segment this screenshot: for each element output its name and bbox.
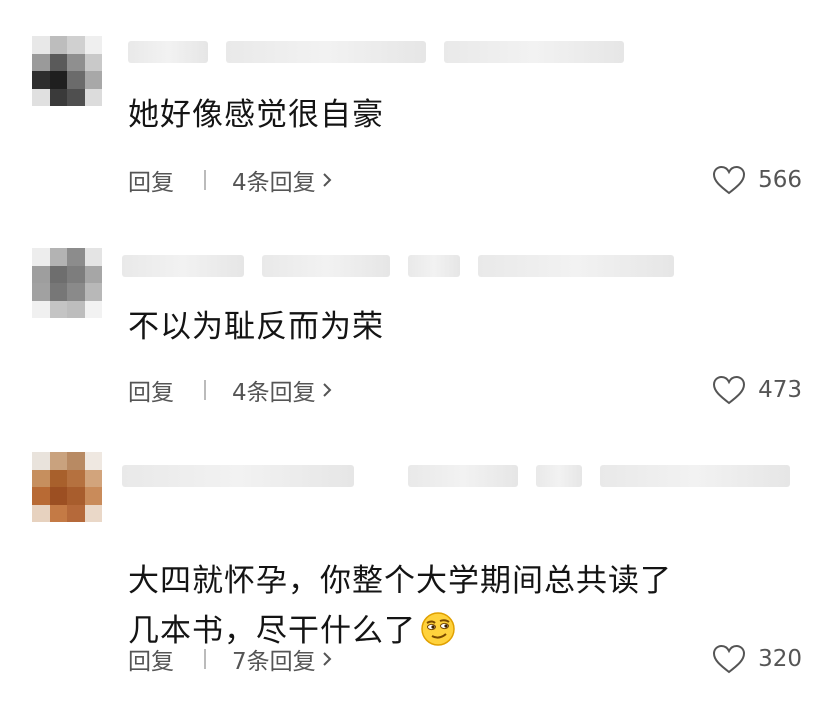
like-count: 320: [758, 646, 802, 672]
comment-text-content: 大四就怀孕，你整个大学期间总共读了 几本书，尽干什么了: [128, 563, 672, 649]
divider: [204, 380, 206, 400]
username-blurred[interactable]: [128, 38, 624, 66]
username-blurred[interactable]: [122, 252, 674, 280]
avatar[interactable]: [32, 36, 102, 106]
chevron-right-icon: [322, 173, 332, 187]
replies-count-label: 7条回复: [232, 649, 316, 675]
comment-text: 她好像感觉很自豪: [128, 97, 384, 133]
comment-actions: 回复 7条回复 320: [128, 641, 802, 677]
avatar[interactable]: [32, 248, 102, 318]
chevron-right-icon: [322, 652, 332, 666]
avatar[interactable]: [32, 452, 102, 522]
like-count: 473: [758, 377, 802, 403]
heart-icon: [713, 375, 746, 405]
divider: [204, 170, 206, 190]
comment-text: 不以为耻反而为荣: [128, 309, 384, 345]
comment-text: 大四就怀孕，你整个大学期间总共读了 几本书，尽干什么了: [128, 506, 808, 656]
view-replies-button[interactable]: 4条回复: [232, 373, 334, 407]
username-blurred[interactable]: [122, 462, 790, 490]
like-button[interactable]: 320: [712, 644, 802, 674]
view-replies-button[interactable]: 4条回复: [232, 163, 334, 197]
replies-count-label: 4条回复: [232, 380, 316, 406]
divider: [204, 649, 206, 669]
replies-count-label: 4条回复: [232, 170, 316, 196]
like-count: 566: [758, 167, 802, 193]
comment-actions: 回复 4条回复 566: [128, 162, 802, 198]
like-button[interactable]: 566: [712, 165, 802, 195]
reply-button[interactable]: 回复: [128, 373, 174, 407]
reply-button[interactable]: 回复: [128, 642, 174, 676]
chevron-right-icon: [322, 383, 332, 397]
reply-button[interactable]: 回复: [128, 163, 174, 197]
comment-actions: 回复 4条回复 473: [128, 372, 802, 408]
heart-icon: [713, 644, 746, 674]
like-button[interactable]: 473: [712, 375, 802, 405]
view-replies-button[interactable]: 7条回复: [232, 642, 334, 676]
heart-icon: [713, 165, 746, 195]
